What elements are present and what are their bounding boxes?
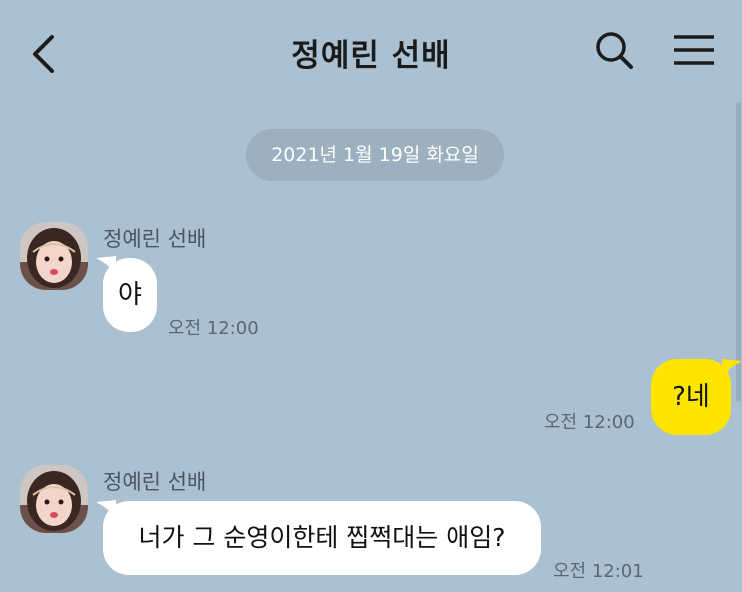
avatar[interactable] [20, 222, 88, 290]
menu-button[interactable] [668, 28, 720, 76]
bubble-tail [722, 359, 742, 377]
message-bubble[interactable]: ?네 [651, 359, 731, 435]
message-bubble[interactable]: 너가 그 순영이한테 찝쩍대는 애임? [103, 501, 541, 575]
profile-photo-icon [20, 222, 88, 290]
hamburger-menu-icon [674, 35, 714, 65]
message-text: ?네 [672, 382, 710, 412]
message-text: 너가 그 순영이한테 찝쩍대는 애임? [138, 523, 506, 552]
message-bubble[interactable]: 야 [103, 258, 157, 332]
search-button[interactable] [590, 26, 642, 78]
search-icon [596, 32, 633, 69]
sender-name: 정예린 선배 [103, 470, 207, 494]
message-time: 오전 12:01 [553, 561, 644, 582]
profile-photo-icon [20, 465, 88, 533]
message-text: 야 [118, 280, 142, 310]
date-divider: 2021년 1월 19일 화요일 [246, 129, 504, 181]
message-time: 오전 12:00 [544, 412, 635, 433]
scrollbar[interactable] [736, 102, 741, 402]
sender-name: 정예린 선배 [103, 227, 207, 251]
avatar[interactable] [20, 465, 88, 533]
chat-header: 정예린 선배 [0, 0, 742, 104]
message-time: 오전 12:00 [168, 318, 259, 339]
